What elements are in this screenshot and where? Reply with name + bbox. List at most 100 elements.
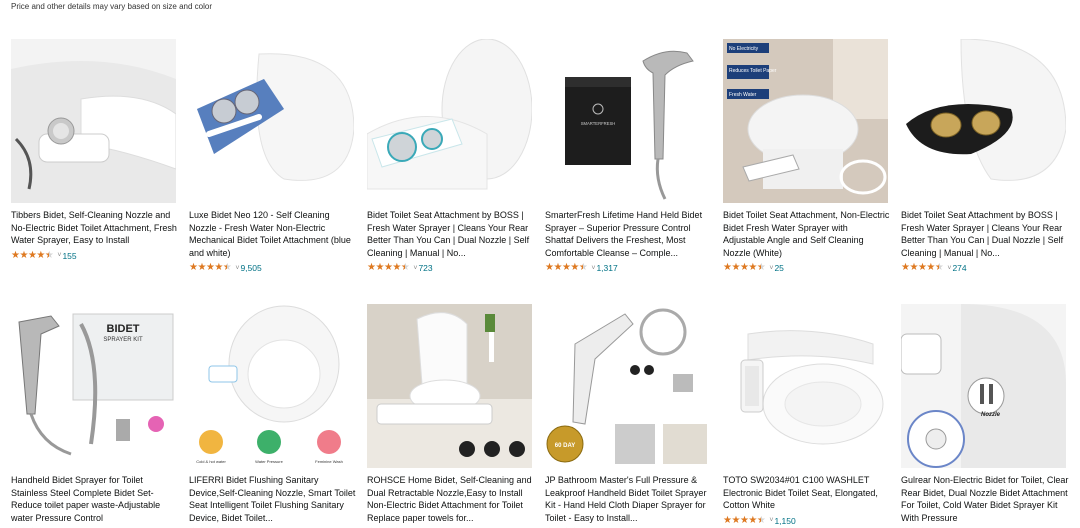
product-image[interactable] (367, 39, 532, 203)
product-card[interactable]: Nozzle Gulrear Non-Electric Bidet for To… (901, 304, 1069, 528)
product-title-link[interactable]: LIFERRI Bidet Flushing Sanitary Device,S… (189, 474, 357, 524)
product-image[interactable]: SMARTERFRESH (545, 39, 710, 203)
product-card[interactable]: Luxe Bidet Neo 120 - Self Cleaning Nozzl… (189, 39, 357, 274)
chevron-down-icon[interactable]: ˅ (57, 252, 61, 259)
product-image-art (189, 39, 354, 203)
product-card[interactable]: SMARTERFRESH SmarterFresh Lifetime Hand … (545, 39, 713, 274)
product-title-link[interactable]: Luxe Bidet Neo 120 - Self Cleaning Nozzl… (189, 209, 357, 259)
svg-text:Feminine Wash: Feminine Wash (315, 459, 343, 464)
product-title-link[interactable]: Tibbers Bidet, Self-Cleaning Nozzle and … (11, 209, 179, 247)
product-image[interactable]: Nozzle (901, 304, 1066, 468)
product-card[interactable]: ROHSCE Home Bidet, Self-Cleaning and Dua… (367, 304, 535, 528)
product-title-link[interactable]: Bidet Toilet Seat Attachment, Non-Electr… (723, 209, 891, 259)
star-icon: ★ (44, 249, 54, 261)
chevron-down-icon[interactable]: ˅ (235, 265, 239, 272)
product-title-link[interactable]: ROHSCE Home Bidet, Self-Cleaning and Dua… (367, 474, 535, 524)
product-image[interactable]: 60 DAY (545, 304, 710, 468)
product-image[interactable] (367, 304, 532, 468)
product-image-art (723, 304, 888, 468)
chevron-down-icon[interactable]: ˅ (947, 265, 951, 272)
review-count-link[interactable]: 1,317 (596, 263, 617, 273)
product-card[interactable]: Tibbers Bidet, Self-Cleaning Nozzle and … (11, 39, 179, 262)
star-icon: ★ (214, 262, 223, 274)
chevron-down-icon[interactable]: ˅ (413, 265, 417, 272)
review-count-link[interactable]: 25 (774, 263, 783, 273)
star-icon: ★ (400, 262, 410, 274)
product-image[interactable] (11, 39, 176, 203)
product-card[interactable]: No Electricity Reduces Toilet Paper Fres… (723, 39, 891, 274)
product-card[interactable]: BIDET SPRAYER KIT Handheld Bidet Sprayer… (11, 304, 179, 528)
svg-text:60 DAY: 60 DAY (555, 443, 575, 449)
star-icon: ★ (926, 262, 935, 274)
product-card[interactable]: Cold & hot water Water Pressure Feminine… (189, 304, 357, 528)
rating-row: ★ ★ ★ ★ ★ ˅ 9,505 (189, 262, 357, 274)
star-icon: ★ (578, 262, 588, 274)
product-card[interactable]: Bidet Toilet Seat Attachment by BOSS | F… (367, 39, 535, 274)
star-icon: ★ (205, 262, 215, 274)
product-title-link[interactable]: TOTO SW2034#01 C100 WASHLET Electronic B… (723, 474, 891, 512)
product-image[interactable] (901, 39, 1066, 203)
star-icon: ★ (545, 262, 554, 274)
product-card[interactable]: 60 DAY JP Bathroom Master's Full Pressur… (545, 304, 713, 528)
svg-text:No Electricity: No Electricity (729, 46, 759, 52)
star-icon: ★ (909, 262, 918, 274)
svg-text:Fresh Water: Fresh Water (729, 92, 757, 98)
star-icon: ★ (36, 249, 45, 261)
star-icon: ★ (739, 262, 749, 274)
star-icon: ★ (723, 262, 732, 274)
star-icon: ★ (392, 262, 401, 274)
product-title-link[interactable]: Bidet Toilet Seat Attachment by BOSS | F… (901, 209, 1069, 259)
rating-row: ★ ★ ★ ★ ★ ˅ 274 (901, 262, 1069, 274)
star-icon: ★ (11, 249, 20, 261)
star-rating[interactable]: ★ ★ ★ ★ ★ (189, 262, 232, 274)
product-image-art (367, 304, 532, 468)
svg-text:Reduces Toilet Paper: Reduces Toilet Paper (729, 68, 777, 74)
review-count-link[interactable]: 723 (418, 263, 432, 273)
star-icon: ★ (561, 262, 571, 274)
product-card[interactable]: TOTO SW2034#01 C100 WASHLET Electronic B… (723, 304, 891, 527)
product-title-link[interactable]: JP Bathroom Master's Full Pressure & Lea… (545, 474, 713, 524)
chevron-down-icon[interactable]: ˅ (769, 517, 773, 524)
product-image-art (11, 39, 176, 203)
product-grid: Tibbers Bidet, Self-Cleaning Nozzle and … (0, 0, 1080, 528)
star-rating[interactable]: ★ ★ ★ ★ ★ (901, 262, 944, 274)
rating-row: ★ ★ ★ ★ ★ ˅ 1,150 (723, 515, 891, 527)
star-icon: ★ (748, 514, 757, 526)
svg-text:Water Pressure: Water Pressure (255, 459, 283, 464)
review-count-link[interactable]: 1,150 (774, 516, 795, 526)
product-image-art: Nozzle (901, 304, 1066, 468)
product-image-art (367, 39, 532, 203)
rating-row: ★ ★ ★ ★ ★ ˅ 723 (367, 262, 535, 274)
product-title-link[interactable]: Gulrear Non-Electric Bidet for Toilet, C… (901, 474, 1069, 524)
star-rating[interactable]: ★ ★ ★ ★ ★ (11, 249, 54, 261)
product-image[interactable] (723, 304, 888, 468)
product-card[interactable]: Bidet Toilet Seat Attachment by BOSS | F… (901, 39, 1069, 274)
star-icon: ★ (27, 249, 37, 261)
star-icon: ★ (917, 262, 927, 274)
review-count-link[interactable]: 9,505 (240, 263, 261, 273)
review-count-link[interactable]: 155 (62, 251, 76, 261)
product-image-art: SMARTERFRESH (545, 39, 710, 203)
star-rating[interactable]: ★ ★ ★ ★ ★ (723, 514, 766, 526)
star-icon: ★ (756, 262, 766, 274)
product-image[interactable]: BIDET SPRAYER KIT (11, 304, 176, 468)
svg-text:Nozzle: Nozzle (981, 412, 1001, 418)
chevron-down-icon[interactable]: ˅ (591, 265, 595, 272)
star-icon: ★ (375, 262, 384, 274)
product-image[interactable]: Cold & hot water Water Pressure Feminine… (189, 304, 354, 468)
product-title-link[interactable]: SmarterFresh Lifetime Hand Held Bidet Sp… (545, 209, 713, 259)
star-icon: ★ (19, 249, 28, 261)
chevron-down-icon[interactable]: ˅ (769, 265, 773, 272)
star-icon: ★ (222, 262, 232, 274)
rating-row: ★ ★ ★ ★ ★ ˅ 155 (11, 250, 179, 262)
star-rating[interactable]: ★ ★ ★ ★ ★ (723, 262, 766, 274)
product-title-link[interactable]: Handheld Bidet Sprayer for Toilet Stainl… (11, 474, 179, 524)
star-icon: ★ (901, 262, 910, 274)
product-image[interactable]: No Electricity Reduces Toilet Paper Fres… (723, 39, 888, 203)
product-title-link[interactable]: Bidet Toilet Seat Attachment by BOSS | F… (367, 209, 535, 259)
star-rating[interactable]: ★ ★ ★ ★ ★ (545, 262, 588, 274)
product-image[interactable] (189, 39, 354, 203)
product-image-art: 60 DAY (545, 304, 710, 468)
review-count-link[interactable]: 274 (952, 263, 966, 273)
star-rating[interactable]: ★ ★ ★ ★ ★ (367, 262, 410, 274)
